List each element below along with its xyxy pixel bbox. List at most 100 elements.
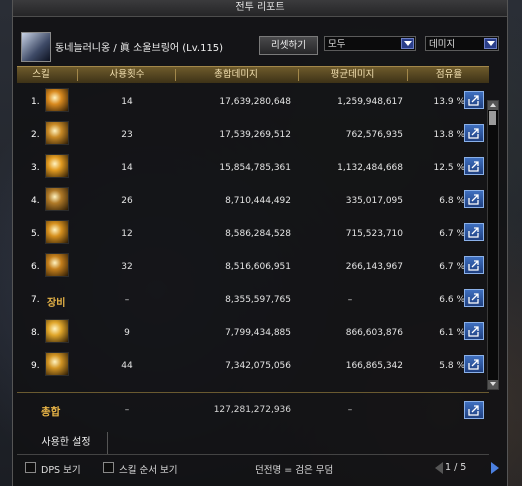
reset-button[interactable]: 리셋하기: [259, 36, 318, 55]
filter-select-value: 모두: [328, 39, 346, 50]
header-divider: [298, 69, 299, 81]
report-toolbar: 동네늘러니옹 / 眞 소울브링어 (Lv.115) 리셋하기 모두 데미지: [13, 30, 507, 64]
row-uses: 12: [121, 229, 133, 239]
table-row: 4. 26 8,710,444,492 335,017,095 6.8 %: [17, 185, 489, 218]
skill-icon: [45, 154, 69, 178]
skill-icon: [45, 352, 69, 376]
character-portrait: [21, 32, 51, 62]
page-indicator: 1 / 5: [445, 462, 467, 473]
row-avg-damage: 866,603,876: [345, 328, 403, 338]
header-share: 점유율: [435, 69, 463, 80]
table-scrollbar[interactable]: [487, 100, 499, 390]
row-total-damage: 8,586,284,528: [225, 229, 291, 239]
export-icon: [468, 161, 479, 172]
row-share: 6.8 %: [439, 196, 465, 206]
row-rank: 6.: [31, 262, 40, 272]
share-button[interactable]: [464, 256, 484, 274]
table-row: 9. 44 7,342,075,056 166,865,342 5.8 %: [17, 350, 489, 383]
row-total-damage: 8,710,444,492: [225, 196, 291, 206]
row-share: 13.9 %: [433, 97, 465, 107]
row-avg-damage: 335,017,095: [345, 196, 403, 206]
share-button[interactable]: [464, 355, 484, 373]
row-total-damage: 17,639,280,648: [219, 97, 291, 107]
summary-label: 총합: [41, 406, 61, 418]
header-avg: 평균데미지: [330, 69, 375, 80]
dps-label: DPS 보기: [41, 465, 81, 476]
share-button[interactable]: [464, 223, 484, 241]
row-total-damage: 7,799,434,885: [225, 328, 291, 338]
export-icon: [468, 227, 479, 238]
header-divider: [77, 69, 78, 81]
summary-total-damage: 127,281,272,936: [213, 405, 291, 415]
skill-order-checkbox[interactable]: [103, 462, 114, 473]
table-row: 6. 32 8,516,606,951 266,143,967 6.7 %: [17, 251, 489, 284]
tab-used-settings[interactable]: 사용한 설정: [25, 432, 108, 454]
scroll-down-icon[interactable]: [488, 380, 498, 389]
row-total-damage: 15,854,785,361: [219, 163, 291, 173]
row-rank: 3.: [31, 163, 40, 173]
table-row: 3. 14 15,854,785,361 1,132,484,668 12.5 …: [17, 152, 489, 185]
share-button[interactable]: [464, 322, 484, 340]
row-total-damage: 8,516,606,951: [225, 262, 291, 272]
tab-bar: 사용한 설정: [17, 430, 489, 455]
share-button[interactable]: [464, 401, 484, 419]
skill-icon: [45, 121, 69, 145]
prev-page-icon[interactable]: [435, 462, 443, 474]
header-divider: [407, 69, 408, 81]
export-icon: [468, 326, 479, 337]
skill-icon: [45, 253, 69, 277]
row-uses: 14: [121, 97, 133, 107]
row-avg-damage: 1,132,484,668: [337, 163, 403, 173]
share-button[interactable]: [464, 157, 484, 175]
row-rank: 9.: [31, 361, 40, 371]
row-share: 6.1 %: [439, 328, 465, 338]
share-button[interactable]: [464, 190, 484, 208]
row-total-damage: 17,539,269,512: [219, 130, 291, 140]
metric-select[interactable]: 데미지: [425, 36, 499, 51]
share-button[interactable]: [464, 91, 484, 109]
row-share: 6.7 %: [439, 262, 465, 272]
row-rank: 1.: [31, 97, 40, 107]
table-row: 2. 23 17,539,269,512 762,576,935 13.8 %: [17, 119, 489, 152]
row-rank: 2.: [31, 130, 40, 140]
row-uses: 32: [121, 262, 133, 272]
table-row: 7. 장비 – 8,355,597,765 – 6.6 %: [17, 284, 489, 317]
next-page-icon[interactable]: [491, 462, 499, 474]
scroll-up-icon[interactable]: [488, 101, 498, 110]
chevron-down-icon[interactable]: [484, 38, 497, 49]
skill-icon: [45, 220, 69, 244]
row-share: 5.8 %: [439, 361, 465, 371]
scroll-thumb[interactable]: [489, 111, 496, 125]
skill-icon: [45, 319, 69, 343]
row-uses: 9: [124, 328, 130, 338]
header-total: 총합데미지: [214, 69, 258, 80]
skill-icon: [45, 88, 69, 112]
export-icon: [468, 293, 479, 304]
footer: DPS 보기 스킬 순서 보기 던전명 = 검은 무덤 1 / 5: [13, 458, 507, 480]
row-avg-damage: 715,523,710: [345, 229, 403, 239]
skill-icon: [45, 187, 69, 211]
share-button[interactable]: [464, 124, 484, 142]
export-icon: [468, 260, 479, 271]
row-avg-damage: 1,259,948,617: [337, 97, 403, 107]
row-uses: 44: [121, 361, 133, 371]
header-uses: 사용횟수: [109, 69, 145, 80]
table-row: 8. 9 7,799,434,885 866,603,876 6.1 %: [17, 317, 489, 350]
window-title: 전투 리포트: [13, 0, 507, 17]
row-avg-damage: –: [347, 295, 353, 305]
chevron-down-icon[interactable]: [401, 38, 414, 49]
row-rank: 8.: [31, 328, 40, 338]
filter-select[interactable]: 모두: [324, 36, 416, 51]
row-total-damage: 8,355,597,765: [225, 295, 291, 305]
row-rank: 7.: [31, 295, 40, 305]
row-avg-damage: 166,865,342: [345, 361, 403, 371]
metric-select-value: 데미지: [429, 39, 456, 50]
dps-checkbox[interactable]: [25, 462, 36, 473]
row-avg-damage: 762,576,935: [345, 130, 403, 140]
row-share: 6.7 %: [439, 229, 465, 239]
share-button[interactable]: [464, 289, 484, 307]
table-row: 5. 12 8,586,284,528 715,523,710 6.7 %: [17, 218, 489, 251]
row-uses: –: [124, 295, 130, 305]
export-icon: [468, 95, 479, 106]
skill-order-label: 스킬 순서 보기: [119, 465, 178, 476]
